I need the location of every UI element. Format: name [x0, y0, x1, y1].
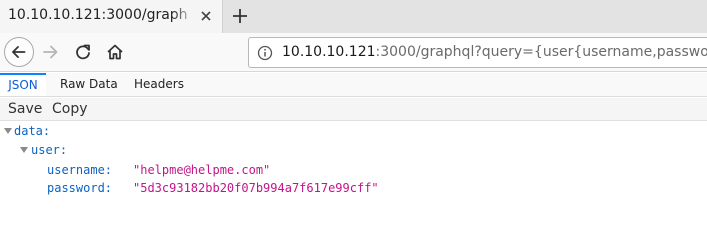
url-host: 10.10.10.121: [282, 44, 376, 60]
url-path: :3000/graphql?query={user{username,passw…: [375, 44, 707, 60]
address-bar[interactable]: 10.10.10.121:3000/graphql?query={user{us…: [248, 37, 707, 68]
expand-arrow-icon[interactable]: [4, 128, 12, 134]
tab-raw-data[interactable]: Raw Data: [60, 73, 118, 96]
reload-icon[interactable]: [68, 37, 98, 67]
home-icon[interactable]: [100, 37, 130, 67]
back-arrow-icon[interactable]: [4, 37, 34, 67]
json-value-password: "5d3c93182bb20f07b994a7f617e99cff": [133, 181, 379, 195]
site-info-icon[interactable]: [257, 45, 273, 61]
tree-row-data[interactable]: data:: [0, 122, 707, 140]
json-toolbar: Save Copy: [0, 98, 707, 121]
navigation-toolbar: 10.10.10.121:3000/graphql?query={user{us…: [0, 33, 707, 72]
tab-title-fade: [172, 4, 196, 30]
json-key-data: data:: [14, 124, 51, 138]
tab-title: 10.10.10.121:3000/graphql?q: [8, 7, 188, 23]
tree-row-password[interactable]: password: "5d3c93182bb20f07b994a7f617e99…: [0, 179, 707, 197]
url-text: 10.10.10.121:3000/graphql?query={user{us…: [282, 44, 707, 60]
tab-strip: 10.10.10.121:3000/graphql?q: [0, 0, 707, 33]
close-icon[interactable]: [198, 8, 214, 24]
tab-json[interactable]: JSON: [0, 73, 46, 96]
json-value-username: "helpme@helpme.com": [133, 163, 271, 177]
json-key-password: password:: [47, 181, 113, 195]
copy-button[interactable]: Copy: [49, 99, 91, 119]
save-button[interactable]: Save: [5, 99, 45, 119]
tree-row-username[interactable]: username: "helpme@helpme.com": [0, 161, 707, 179]
new-tab-plus-icon[interactable]: [230, 6, 250, 26]
json-key-username: username:: [47, 163, 113, 177]
tab-headers[interactable]: Headers: [134, 73, 184, 96]
json-key-user: user:: [31, 143, 68, 157]
json-tree: data: user: username: "helpme@helpme.com…: [0, 122, 707, 202]
browser-tab-active[interactable]: 10.10.10.121:3000/graphql?q: [0, 0, 223, 33]
tree-row-user[interactable]: user:: [0, 141, 707, 159]
expand-arrow-icon[interactable]: [20, 147, 28, 153]
forward-arrow-icon[interactable]: [36, 37, 66, 67]
json-viewer-tabs: JSON Raw Data Headers: [0, 73, 707, 97]
